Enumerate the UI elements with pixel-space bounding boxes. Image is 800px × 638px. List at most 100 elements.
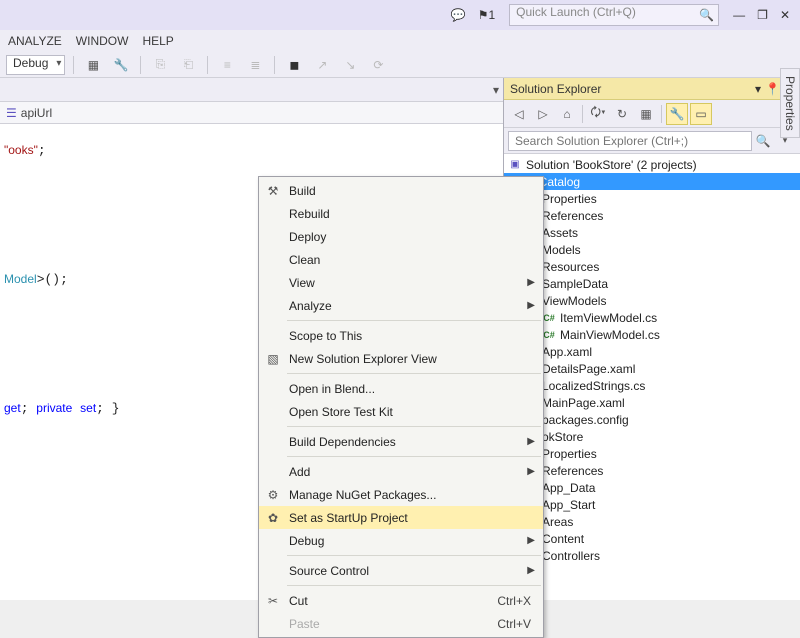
forward-icon[interactable]: ▷ xyxy=(532,103,554,125)
toolbar-sep xyxy=(274,56,275,74)
solution-explorer-title: Solution Explorer xyxy=(510,82,601,96)
ctx-item-clean[interactable]: Clean xyxy=(259,248,543,271)
ctx-label: Add xyxy=(289,465,310,479)
tree-node[interactable]: ViewModels xyxy=(504,292,800,309)
tree-node-label: References xyxy=(542,464,603,478)
ctx-label: Deploy xyxy=(289,230,326,244)
ctx-item-cut[interactable]: ✂CutCtrl+X xyxy=(259,589,543,612)
ctx-item-add[interactable]: Add▶ xyxy=(259,460,543,483)
ctx-item-manage-nuget-packages[interactable]: ⚙Manage NuGet Packages... xyxy=(259,483,543,506)
ctx-item-deploy[interactable]: Deploy xyxy=(259,225,543,248)
submenu-arrow-icon: ▶ xyxy=(527,277,535,288)
tree-node[interactable]: C#MainViewModel.cs xyxy=(504,326,800,343)
ctx-label: Manage NuGet Packages... xyxy=(289,488,436,502)
ctx-item-analyze[interactable]: Analyze▶ xyxy=(259,294,543,317)
ctx-item-build-dependencies[interactable]: Build Dependencies▶ xyxy=(259,430,543,453)
panel-dropdown-icon[interactable]: ▾ xyxy=(755,82,761,96)
tree-node[interactable]: Areas xyxy=(504,513,800,530)
tree-node[interactable]: App.xaml xyxy=(504,343,800,360)
sync-icon[interactable]: 🗘▾ xyxy=(587,103,609,125)
editor-member-dropdown[interactable]: ☰ apiUrl xyxy=(0,106,58,120)
toolbar-btn-8[interactable]: ↗ xyxy=(311,54,333,76)
ctx-item-build[interactable]: ⚒Build xyxy=(259,179,543,202)
toolbar-btn-4[interactable]: ⎗ xyxy=(177,54,199,76)
show-all-icon[interactable]: ▦ xyxy=(635,103,657,125)
feedback-icon[interactable]: 💬 xyxy=(445,3,472,27)
tree-solution-root[interactable]: ▣ Solution 'BookStore' (2 projects) xyxy=(504,156,800,173)
toolbar-btn-9[interactable]: ↘ xyxy=(339,54,361,76)
toolbar-btn-5[interactable]: ≡ xyxy=(216,54,238,76)
minimize-button[interactable]: — xyxy=(727,3,751,27)
quick-launch-input[interactable]: Quick Launch (Ctrl+Q) 🔍 xyxy=(509,4,719,26)
search-icon: 🔍 xyxy=(699,8,714,22)
menu-help[interactable]: HELP xyxy=(142,34,173,48)
ctx-item-set-as-startup-project[interactable]: ✿Set as StartUp Project xyxy=(259,506,543,529)
ctx-item-open-in-blend[interactable]: Open in Blend... xyxy=(259,377,543,400)
tree-node[interactable]: LocalizedStrings.cs xyxy=(504,377,800,394)
tree-node[interactable]: Models xyxy=(504,241,800,258)
tree-node[interactable]: App_Start xyxy=(504,496,800,513)
tree-node-label: References xyxy=(542,209,603,223)
restore-button[interactable]: ❐ xyxy=(751,3,774,27)
editor-dropdown-icon[interactable]: ▾ xyxy=(493,83,499,97)
ctx-item-scope-to-this[interactable]: Scope to This xyxy=(259,324,543,347)
solution-explorer-panel: Solution Explorer ▾ 📍 ✕ ◁ ▷ ⌂ 🗘▾ ↻ ▦ 🔧 ▭… xyxy=(503,78,800,600)
notifications-flag-icon[interactable]: ⚑1 xyxy=(472,3,501,27)
ctx-label: Build Dependencies xyxy=(289,435,396,449)
ctx-icon: ▧ xyxy=(265,352,281,366)
toolbar-btn-6[interactable]: ≣ xyxy=(244,54,266,76)
menu-separator xyxy=(287,555,541,556)
home-icon[interactable]: ⌂ xyxy=(556,103,578,125)
preview-icon[interactable]: ▭ xyxy=(690,103,712,125)
tree-node[interactable]: okStore xyxy=(504,428,800,445)
tree-node[interactable]: Assets xyxy=(504,224,800,241)
tree-node[interactable]: References xyxy=(504,207,800,224)
tree-node-label: ItemViewModel.cs xyxy=(560,311,657,325)
ctx-item-rebuild[interactable]: Rebuild xyxy=(259,202,543,225)
ctx-item-view[interactable]: View▶ xyxy=(259,271,543,294)
tree-node[interactable]: App_Data xyxy=(504,479,800,496)
ctx-label: Analyze xyxy=(289,299,332,313)
tree-node[interactable]: Properties xyxy=(504,445,800,462)
close-button[interactable]: ✕ xyxy=(774,3,796,27)
toolbar-btn-1[interactable]: ▦ xyxy=(82,54,104,76)
ctx-label: Open in Blend... xyxy=(289,382,375,396)
tree-node[interactable]: okCatalog xyxy=(504,173,800,190)
ctx-label: Rebuild xyxy=(289,207,330,221)
tree-node[interactable]: Resources xyxy=(504,258,800,275)
tree-node[interactable]: Content xyxy=(504,530,800,547)
properties-tab[interactable]: Properties xyxy=(780,68,800,138)
refresh-icon[interactable]: ↻ xyxy=(611,103,633,125)
ctx-icon: ✂ xyxy=(265,594,281,608)
solution-tree[interactable]: ▣ Solution 'BookStore' (2 projects) okCa… xyxy=(504,154,800,600)
ctx-item-source-control[interactable]: Source Control▶ xyxy=(259,559,543,582)
tree-node[interactable]: Controllers xyxy=(504,547,800,564)
ctx-item-debug[interactable]: Debug▶ xyxy=(259,529,543,552)
properties-icon[interactable]: 🔧 xyxy=(666,103,688,125)
toolbar-btn-10[interactable]: ⟳ xyxy=(367,54,389,76)
tree-node[interactable]: C#ItemViewModel.cs xyxy=(504,309,800,326)
toolbar-btn-3[interactable]: ⎘ xyxy=(149,54,171,76)
tree-node[interactable]: Properties xyxy=(504,190,800,207)
bookmark-icon[interactable]: ◼ xyxy=(283,54,305,76)
ctx-icon: ✿ xyxy=(265,511,281,525)
ctx-label: Build xyxy=(289,184,316,198)
toolbar-btn-2[interactable]: 🔧 xyxy=(110,54,132,76)
pin-icon[interactable]: 📍 xyxy=(765,82,780,96)
menu-window[interactable]: WINDOW xyxy=(76,34,129,48)
ctx-shortcut: Ctrl+X xyxy=(497,594,531,608)
tree-node[interactable]: References xyxy=(504,462,800,479)
config-combo[interactable]: Debug xyxy=(6,55,65,75)
menu-analyze[interactable]: ANALYZE xyxy=(8,34,62,48)
tree-node[interactable]: DetailsPage.xaml xyxy=(504,360,800,377)
menu-separator xyxy=(287,426,541,427)
tree-node[interactable]: SampleData xyxy=(504,275,800,292)
back-icon[interactable]: ◁ xyxy=(508,103,530,125)
ctx-item-new-solution-explorer-view[interactable]: ▧New Solution Explorer View xyxy=(259,347,543,370)
tree-node[interactable]: MainPage.xaml xyxy=(504,394,800,411)
search-icon[interactable]: 🔍 xyxy=(752,134,774,148)
ctx-shortcut: Ctrl+V xyxy=(497,617,531,631)
search-solution-input[interactable] xyxy=(508,131,752,151)
ctx-item-open-store-test-kit[interactable]: Open Store Test Kit xyxy=(259,400,543,423)
tree-node[interactable]: packages.config xyxy=(504,411,800,428)
